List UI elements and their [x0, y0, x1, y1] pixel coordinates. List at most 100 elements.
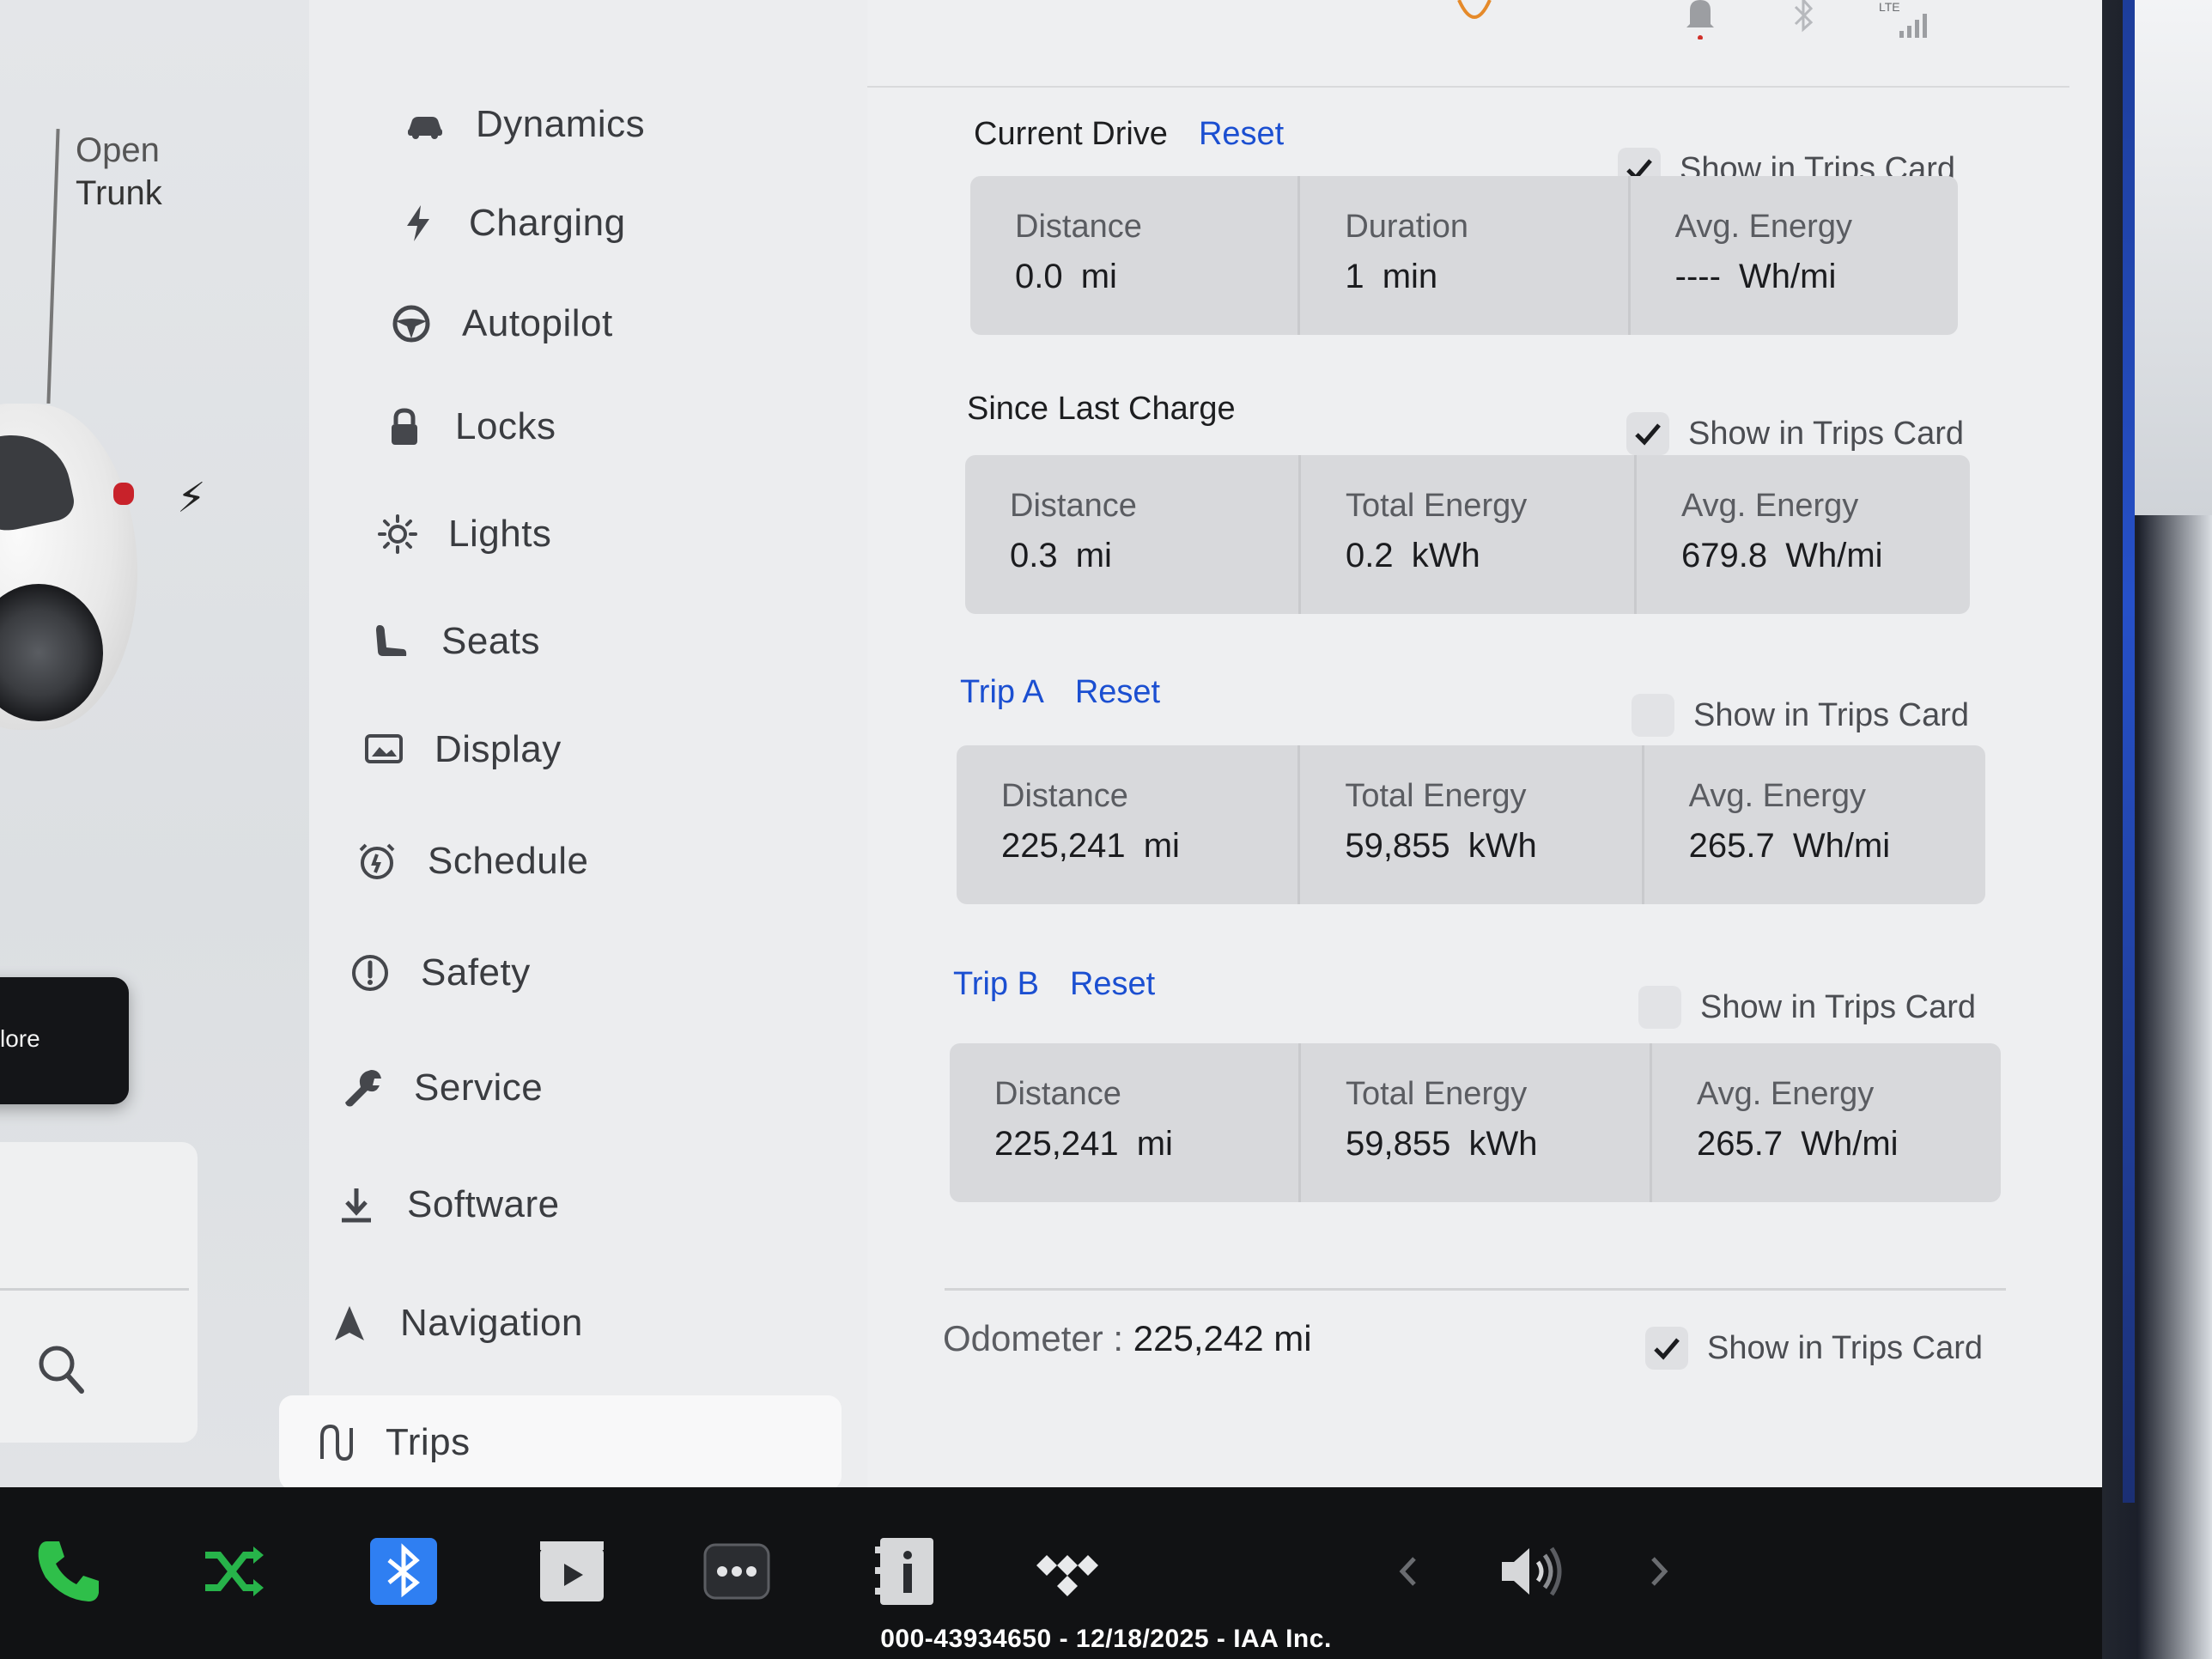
car-visualization: Open Trunk ⚡︎ lore — [0, 0, 309, 1487]
trip-a-card: Distance 225,241 mi Total Energy 59,855 … — [957, 745, 1985, 904]
trip-b-card: Distance 225,241 mi Total Energy 59,855 … — [950, 1043, 2001, 1202]
stat-cell: Distance 225,241 mi — [957, 745, 1301, 904]
odometer-show-toggle[interactable]: Show in Trips Card — [1645, 1327, 1983, 1370]
nav-item-lights[interactable]: Lights — [368, 495, 551, 573]
chevron-left-icon[interactable] — [1365, 1528, 1451, 1614]
stat-cell: Avg. Energy 679.8 Wh/mi — [1637, 455, 1970, 614]
open-trunk-button[interactable]: Open Trunk — [76, 129, 162, 215]
nav-item-software[interactable]: Software — [326, 1166, 560, 1243]
show-in-trips-label: Show in Trips Card — [1707, 1329, 1984, 1366]
stat-value: ---- Wh/mi — [1674, 258, 1837, 295]
navigation-arrow-icon — [319, 1293, 380, 1353]
bluetooth-icon[interactable] — [361, 1528, 447, 1614]
current-drive-title: Current Drive — [974, 116, 1168, 152]
stat-cell: Distance 225,241 mi — [950, 1043, 1301, 1202]
tile-divider — [0, 1288, 189, 1291]
checkbox-checked[interactable] — [1645, 1327, 1688, 1370]
alarm-clock-icon — [347, 831, 407, 891]
explore-button[interactable]: lore — [0, 977, 129, 1104]
charge-port-bolt-icon[interactable]: ⚡︎ — [177, 474, 206, 522]
stat-value: 225,241 mi — [1001, 827, 1180, 865]
search-icon[interactable] — [34, 1340, 86, 1400]
stat-value: 0.3 mi — [1010, 537, 1112, 574]
more-dots-icon[interactable] — [694, 1528, 780, 1614]
stat-cell: Duration 1 min — [1300, 176, 1631, 335]
stat-cell: Total Energy 0.2 kWh — [1301, 455, 1637, 614]
trip-b-reset-button[interactable]: Reset — [1070, 966, 1155, 1003]
stat-label: Avg. Energy — [1674, 209, 1852, 245]
nav-item-display[interactable]: Display — [354, 711, 562, 788]
download-icon — [326, 1175, 386, 1235]
status-bar: LTE — [867, 0, 2069, 88]
nav-item-charging[interactable]: Charging — [388, 185, 626, 262]
nav-item-schedule[interactable]: Schedule — [347, 823, 588, 900]
car-taillight — [113, 483, 134, 505]
nav-label-charging: Charging — [469, 202, 626, 244]
trip-b-show-toggle[interactable]: Show in Trips Card — [1638, 986, 1976, 1029]
stat-cell: Total Energy 59,855 kWh — [1301, 1043, 1652, 1202]
bluetooth-status-icon — [1794, 0, 1814, 33]
nav-item-navigation[interactable]: Navigation — [319, 1285, 583, 1362]
nav-item-dynamics[interactable]: Dynamics — [395, 86, 645, 163]
stat-label: Distance — [1001, 778, 1128, 814]
current-drive-reset-button[interactable]: Reset — [1199, 116, 1284, 153]
open-trunk-line2: Trunk — [76, 174, 162, 212]
settings-nav: Dynamics Charging Autopilot Locks Lights — [279, 0, 867, 1487]
shuffle-icon[interactable] — [191, 1528, 276, 1614]
nav-label-locks: Locks — [455, 405, 556, 447]
nav-label-service: Service — [414, 1066, 544, 1109]
bell-icon[interactable] — [1683, 0, 1717, 40]
nav-item-locks[interactable]: Locks — [374, 388, 556, 465]
nav-item-service[interactable]: Service — [333, 1049, 543, 1127]
stat-value: 1 min — [1345, 258, 1438, 295]
nav-item-seats[interactable]: Seats — [361, 603, 540, 680]
since-last-charge-show-toggle[interactable]: Show in Trips Card — [1626, 412, 1964, 455]
stat-label: Duration — [1345, 209, 1468, 245]
nav-label-seats: Seats — [441, 620, 541, 662]
stat-value: 679.8 Wh/mi — [1681, 537, 1883, 574]
nav-label-dynamics: Dynamics — [476, 103, 646, 145]
nav-item-autopilot[interactable]: Autopilot — [381, 285, 613, 362]
explore-label: lore — [0, 1025, 40, 1052]
odometer-readout: Odometer : 225,242 mi — [943, 1318, 1312, 1359]
media-player-icon[interactable] — [529, 1528, 615, 1614]
touchscreen: Open Trunk ⚡︎ lore Dynamics Charging Aut… — [0, 0, 2102, 1487]
seat-icon — [361, 611, 421, 672]
nav-label-trips: Trips — [386, 1421, 471, 1463]
nav-label-schedule: Schedule — [428, 840, 589, 882]
stat-cell: Avg. Energy 265.7 Wh/mi — [1652, 1043, 2001, 1202]
nav-label-display: Display — [434, 728, 562, 770]
chevron-right-icon[interactable] — [1616, 1528, 1702, 1614]
trip-a-reset-button[interactable]: Reset — [1075, 674, 1160, 711]
sun-icon — [368, 504, 428, 564]
side-window — [2135, 0, 2212, 515]
status-divider — [867, 86, 2069, 88]
stat-value: 265.7 Wh/mi — [1688, 827, 1891, 865]
stat-label: Distance — [994, 1076, 1121, 1112]
nav-item-safety[interactable]: Safety — [340, 934, 531, 1012]
nav-label-autopilot: Autopilot — [462, 302, 613, 344]
stat-value: 225,241 mi — [994, 1125, 1173, 1163]
wrench-icon — [333, 1058, 393, 1118]
show-in-trips-label: Show in Trips Card — [1688, 415, 1965, 452]
stat-value: 0.0 mi — [1015, 258, 1117, 295]
phone-icon[interactable] — [26, 1528, 112, 1614]
stat-cell: Avg. Energy 265.7 Wh/mi — [1644, 745, 1985, 904]
lte-label: LTE — [1879, 0, 1900, 14]
stat-cell: Distance 0.3 mi — [965, 455, 1301, 614]
nav-item-trips[interactable]: Trips — [279, 1395, 842, 1487]
display-icon — [354, 720, 414, 780]
tidal-icon[interactable] — [1024, 1528, 1109, 1614]
stat-value: 59,855 kWh — [1345, 827, 1537, 865]
checkbox-unchecked[interactable] — [1638, 986, 1681, 1029]
volume-icon[interactable] — [1487, 1528, 1573, 1614]
manual-icon[interactable] — [862, 1528, 948, 1614]
trip-b-title: Trip B — [953, 966, 1039, 1002]
checkbox-checked[interactable] — [1626, 412, 1669, 455]
alert-circle-icon — [340, 943, 400, 1003]
nav-label-software: Software — [407, 1183, 560, 1225]
trip-a-show-toggle[interactable]: Show in Trips Card — [1632, 694, 1969, 737]
lock-icon — [374, 397, 434, 457]
stat-cell: Total Energy 59,855 kWh — [1300, 745, 1644, 904]
checkbox-unchecked[interactable] — [1632, 694, 1674, 737]
